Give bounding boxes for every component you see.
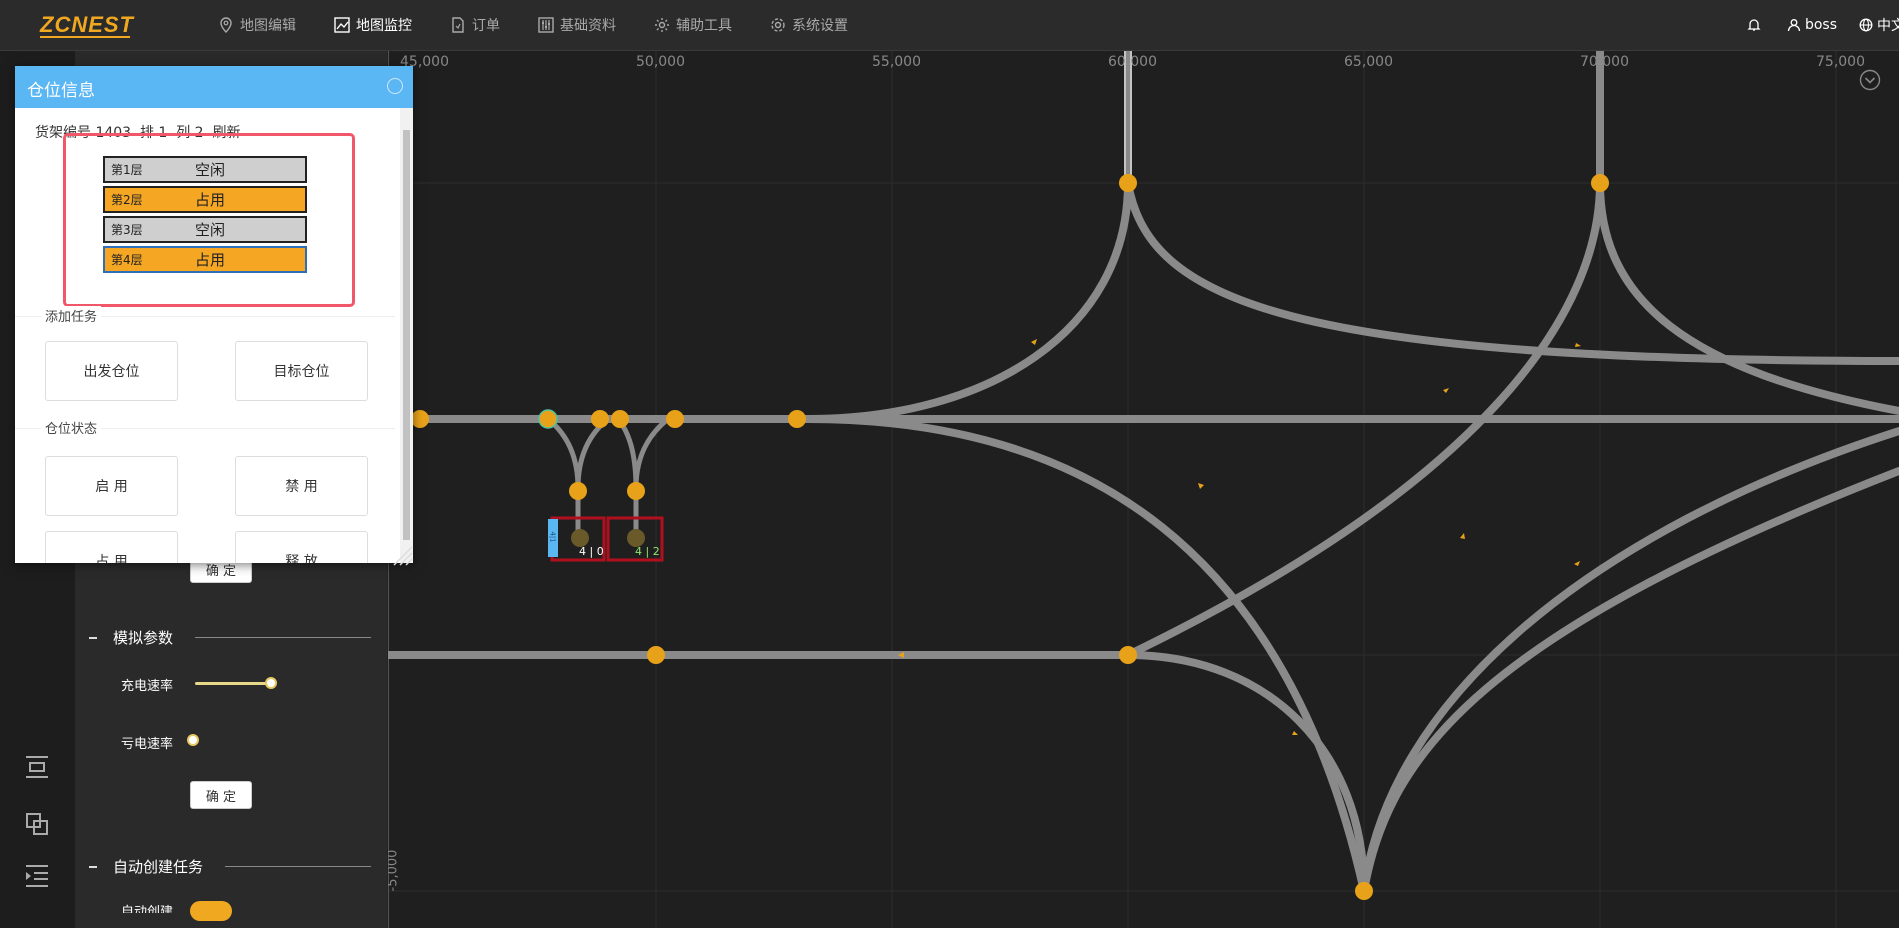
station-side-tag: 4|1	[548, 531, 557, 543]
auto-section-title: 自动创建任务	[113, 858, 204, 876]
scrollbar-thumb[interactable]	[403, 130, 410, 540]
auto-section-divider	[225, 866, 371, 867]
station-1-label: 4 | 0	[579, 545, 604, 558]
x-axis-tick: 50,000	[636, 54, 685, 70]
x-axis-tick: 60,000	[1108, 54, 1157, 70]
auto-create-label: 自动创建	[121, 905, 174, 913]
nav-system-settings[interactable]: 系统设置	[770, 0, 848, 50]
collapse-sim-icon[interactable]	[89, 637, 97, 639]
map-canvas[interactable]: 45,000 50,000 55,000 60,000 65,000 70,00…	[388, 51, 1899, 928]
nav-orders[interactable]: 订单	[450, 0, 500, 50]
user-name: boss	[1804, 17, 1837, 33]
collapse-auto-icon[interactable]	[89, 866, 97, 868]
occupy-button[interactable]: 占 用	[45, 531, 178, 563]
nav-map-edit[interactable]: 地图编辑	[218, 0, 296, 50]
globe-icon	[1859, 18, 1873, 32]
dialog-scrollbar[interactable]	[400, 108, 413, 563]
main-nav: 地图编辑 地图监控 订单 基础资料 辅助工具 系统设置	[218, 0, 886, 50]
layers-icon[interactable]	[24, 811, 50, 837]
logo-underline	[40, 36, 130, 38]
nav-tools-label: 辅助工具	[676, 18, 732, 34]
sim-section-divider	[195, 637, 371, 638]
header-right: boss 中文	[1725, 0, 1899, 50]
nav-map-monitor-label: 地图监控	[356, 18, 412, 34]
dialog-title: 仓位信息	[27, 81, 95, 101]
target-location-button[interactable]: 目标仓位	[235, 341, 368, 401]
settings-icon	[771, 18, 785, 32]
nav-map-monitor[interactable]: 地图监控	[334, 0, 412, 50]
sim-section-title: 模拟参数	[113, 629, 174, 647]
x-axis-tick: 70,000	[1580, 54, 1629, 70]
resize-handle-icon[interactable]	[392, 545, 414, 567]
disable-button[interactable]: 禁 用	[235, 456, 368, 516]
sliders-icon	[538, 17, 554, 33]
chart-line-icon	[334, 17, 350, 33]
document-icon	[452, 17, 464, 33]
charge-rate-track	[195, 682, 273, 685]
charge-rate-slider[interactable]	[265, 677, 277, 689]
confirm-button-2[interactable]: 确 定	[190, 781, 252, 809]
location-info-dialog: 仓位信息 货架编号 1403 排 1 列 2 刷新 第1层 空闲 第2层 占用 …	[15, 66, 413, 563]
nav-tools[interactable]: 辅助工具	[654, 0, 732, 50]
align-center-icon[interactable]	[24, 754, 50, 780]
chevron-down-icon[interactable]	[1859, 69, 1881, 91]
x-axis-tick: 65,000	[1344, 54, 1393, 70]
indent-icon[interactable]	[24, 863, 50, 889]
highlight-frame	[63, 133, 355, 307]
discharge-rate-slider[interactable]	[187, 734, 199, 746]
start-location-button[interactable]: 出发仓位	[45, 341, 178, 401]
nav-map-edit-label: 地图编辑	[240, 18, 296, 34]
auto-create-toggle[interactable]	[190, 901, 232, 921]
station-2-label: 4 | 2	[635, 545, 660, 558]
user-menu[interactable]: boss	[1787, 17, 1837, 33]
charge-rate-label: 充电速率	[121, 679, 174, 694]
release-button[interactable]: 释 放	[235, 531, 368, 563]
status-title: 仓位状态	[41, 418, 102, 437]
add-task-title: 添加任务	[41, 306, 102, 325]
dialog-header[interactable]: 仓位信息	[15, 66, 413, 108]
top-bar: ZCNEST 地图编辑 地图监控 订单 基础资料 辅助工具 系统设置 boss …	[0, 0, 1899, 51]
x-axis-tick: 55,000	[872, 54, 921, 70]
map-pin-icon	[220, 17, 232, 33]
enable-button[interactable]: 启 用	[45, 456, 178, 516]
app-logo[interactable]: ZCNEST	[40, 12, 134, 38]
map-svg	[388, 51, 1899, 928]
y-axis-tick: -5,000	[388, 849, 401, 892]
x-axis-tick: 75,000	[1816, 54, 1865, 70]
language-label: 中文	[1877, 18, 1899, 34]
close-icon[interactable]	[387, 78, 403, 94]
nav-system-settings-label: 系统设置	[792, 18, 848, 34]
language-switch[interactable]: 中文	[1859, 15, 1899, 35]
discharge-rate-label: 亏电速率	[121, 737, 174, 752]
gear-icon	[655, 18, 669, 32]
notification-button[interactable]	[1747, 18, 1765, 32]
user-icon	[1787, 19, 1801, 32]
nav-base-data[interactable]: 基础资料	[538, 0, 616, 50]
bell-icon	[1747, 19, 1761, 31]
nav-base-data-label: 基础资料	[560, 18, 616, 34]
nav-orders-label: 订单	[472, 18, 500, 34]
